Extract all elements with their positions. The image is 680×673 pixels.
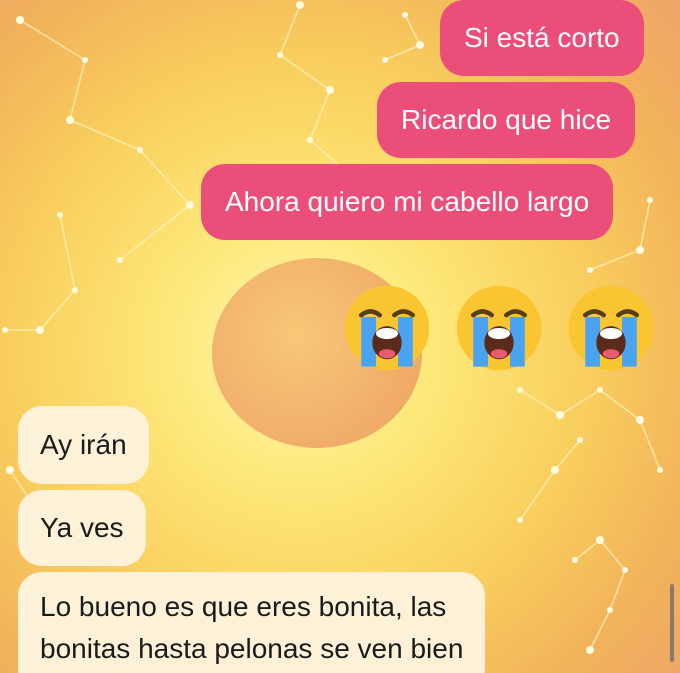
scrollbar[interactable] — [670, 584, 674, 662]
loudly-crying-face-icon[interactable] — [565, 282, 657, 374]
message-line: bonitas hasta pelonas se ven bien — [40, 633, 464, 664]
outgoing-message[interactable]: Ricardo que hice — [377, 82, 636, 158]
incoming-message[interactable]: Ya ves — [18, 490, 146, 566]
message-line: Lo bueno es que eres bonita, las — [40, 591, 447, 622]
incoming-message[interactable]: Ay irán — [18, 406, 149, 484]
incoming-message[interactable]: Lo bueno es que eres bonita, las bonitas… — [18, 572, 486, 673]
loudly-crying-face-icon[interactable] — [453, 282, 545, 374]
outgoing-message[interactable]: Si está corto — [440, 0, 644, 76]
outgoing-message[interactable]: Ahora quiero mi cabello largo — [201, 164, 614, 240]
loudly-crying-face-icon[interactable] — [341, 282, 433, 374]
